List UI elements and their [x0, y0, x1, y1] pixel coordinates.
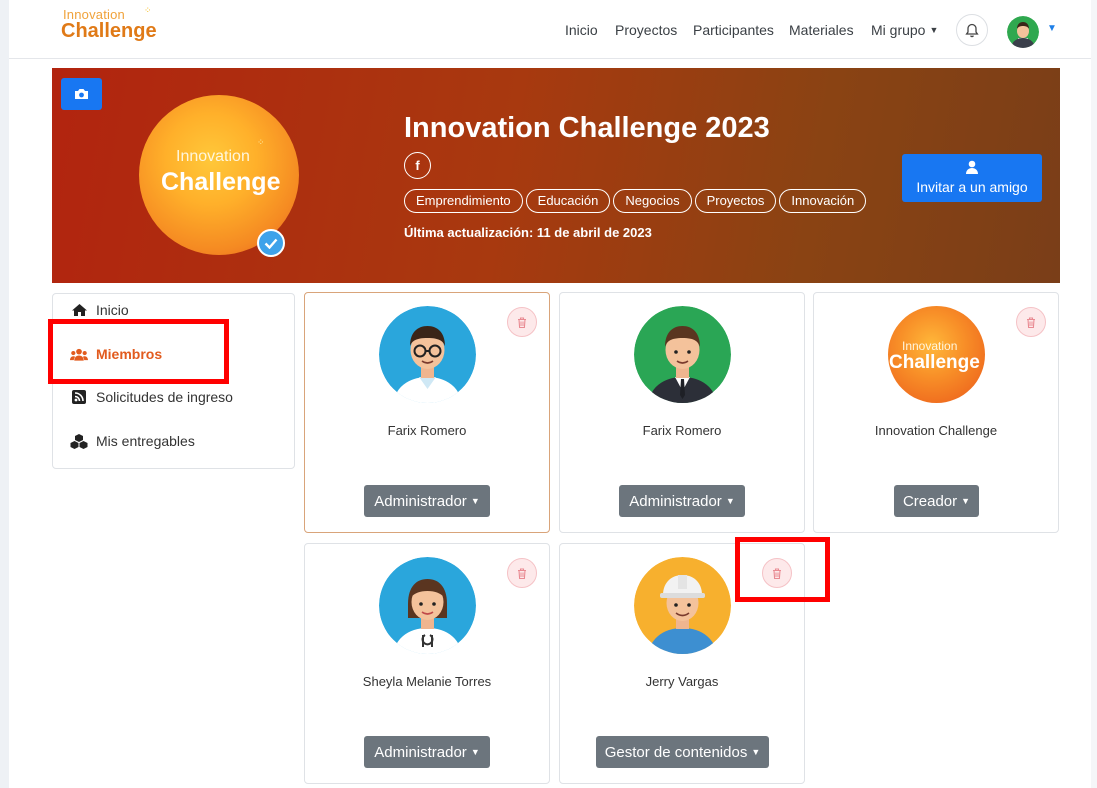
group-logo-line2: Challenge	[161, 168, 281, 196]
sidebar-item-label: Inicio	[96, 302, 129, 318]
bell-icon[interactable]	[956, 14, 988, 46]
nav-participantes[interactable]: Participantes	[693, 22, 774, 38]
role-label: Administrador	[629, 493, 722, 510]
invite-friend-label: Invitar a un amigo	[916, 179, 1028, 195]
delete-member-button[interactable]	[507, 307, 537, 337]
role-label: Administrador	[374, 744, 467, 761]
group-title: Innovation Challenge 2023	[404, 112, 770, 144]
nav-inicio[interactable]: Inicio	[565, 22, 598, 38]
cubes-icon	[70, 433, 88, 449]
last-updated: Última actualización: 11 de abril de 202…	[404, 225, 652, 240]
member-name: Jerry Vargas	[645, 674, 719, 689]
group-banner: Innovation ⁘ Challenge Innovation Challe…	[52, 68, 1060, 283]
tag-proyectos[interactable]: Proyectos	[694, 189, 777, 213]
page: Innovation Challenge ⁘ Inicio Proyectos …	[0, 0, 1097, 788]
home-icon	[70, 303, 88, 317]
member-card: Innovation Challenge Innovation Challeng…	[813, 292, 1059, 533]
tag-innovacion[interactable]: Innovación	[779, 189, 867, 213]
user-menu-caret-icon[interactable]: ▼	[1047, 23, 1057, 34]
delete-member-button[interactable]	[1016, 307, 1046, 337]
member-name: Farix Romero	[387, 423, 467, 438]
group-logo-line1: Innovation	[176, 148, 250, 165]
logo-sparkle-icon: ⁘	[257, 137, 264, 147]
member-name: Farix Romero	[642, 423, 722, 438]
chevron-down-icon: ▼	[929, 25, 939, 35]
role-dropdown-button[interactable]: Administrador ▼	[364, 485, 490, 517]
highlight-box-miembros	[48, 319, 229, 384]
member-card: Farix Romero Administrador ▼	[304, 292, 550, 533]
trash-icon	[1027, 316, 1035, 328]
construction-worker-avatar	[634, 557, 731, 654]
tag-list: Emprendimiento Educación Negocios Proyec…	[404, 189, 867, 213]
tag-emprendimiento[interactable]: Emprendimiento	[404, 189, 523, 213]
female-doctor-avatar	[379, 557, 476, 654]
tag-negocios[interactable]: Negocios	[613, 189, 692, 213]
logo-line2: Challenge	[889, 352, 980, 373]
sidebar-item-label: Mis entregables	[96, 433, 195, 449]
role-dropdown-button[interactable]: Creador ▼	[894, 485, 979, 517]
trash-icon	[518, 316, 526, 328]
member-name: Innovation Challenge	[874, 423, 998, 438]
nav-materiales[interactable]: Materiales	[789, 22, 854, 38]
member-card: Sheyla Melanie Torres Administrador ▼	[304, 543, 550, 784]
brand-logo[interactable]: Innovation Challenge ⁘	[61, 5, 157, 42]
nav-mi-grupo-dropdown[interactable]: Mi grupo ▼	[871, 22, 938, 38]
role-label: Gestor de contenidos	[604, 744, 748, 761]
add-user-icon	[966, 160, 978, 174]
brand-line2: Challenge	[61, 20, 157, 42]
logo-line1: Innovation	[902, 339, 958, 353]
right-edge	[1091, 0, 1097, 788]
sidebar-item-inicio[interactable]: Inicio	[70, 302, 129, 318]
nav-proyectos[interactable]: Proyectos	[615, 22, 677, 38]
role-dropdown-button[interactable]: Gestor de contenidos ▼	[596, 736, 769, 768]
businessman-avatar	[634, 306, 731, 403]
rss-icon	[70, 390, 88, 404]
role-label: Administrador	[374, 493, 467, 510]
member-name: Sheyla Melanie Torres	[362, 674, 492, 689]
top-navbar: Innovation Challenge ⁘ Inicio Proyectos …	[9, 0, 1091, 59]
sidebar-item-entregables[interactable]: Mis entregables	[70, 433, 195, 449]
trash-icon	[518, 567, 526, 579]
innovation-challenge-logo: Innovation Challenge	[888, 306, 985, 403]
camera-icon	[75, 89, 88, 99]
logo-sparkle-icon: ⁘	[144, 5, 151, 15]
sidebar-item-solicitudes[interactable]: Solicitudes de ingreso	[70, 389, 233, 405]
invite-friend-button[interactable]: Invitar a un amigo	[902, 154, 1042, 202]
tag-educacion[interactable]: Educación	[525, 189, 611, 213]
delete-member-button[interactable]	[507, 558, 537, 588]
user-avatar[interactable]	[1007, 16, 1039, 48]
facebook-icon[interactable]: f	[404, 152, 431, 179]
chevron-down-icon: ▼	[470, 496, 480, 506]
role-dropdown-button[interactable]: Administrador ▼	[364, 736, 490, 768]
doctor-glasses-avatar	[379, 306, 476, 403]
chevron-down-icon: ▼	[470, 747, 480, 757]
chevron-down-icon: ▼	[961, 496, 971, 506]
verified-badge-icon	[257, 229, 285, 257]
chevron-down-icon: ▼	[725, 496, 735, 506]
member-card: Farix Romero Administrador ▼	[559, 292, 805, 533]
chevron-down-icon: ▼	[751, 747, 761, 757]
sidebar-item-label: Solicitudes de ingreso	[96, 389, 233, 405]
highlight-box-delete	[735, 537, 830, 602]
role-label: Creador	[902, 493, 958, 510]
nav-mi-grupo-label: Mi grupo	[871, 22, 926, 38]
change-cover-button[interactable]	[61, 78, 102, 110]
left-edge	[0, 0, 9, 788]
role-dropdown-button[interactable]: Administrador ▼	[619, 485, 745, 517]
